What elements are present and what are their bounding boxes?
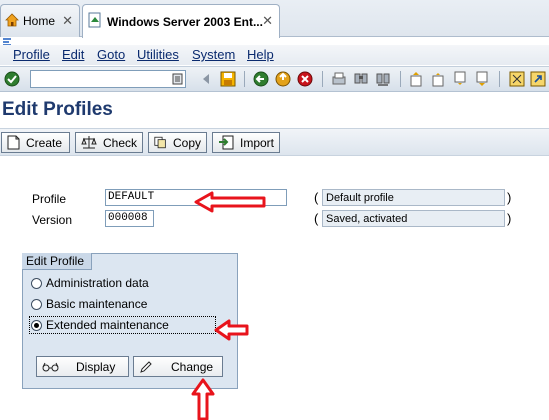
display-button-label: Display xyxy=(76,359,116,374)
shortcut-icon[interactable] xyxy=(529,70,547,88)
toolbar-separator xyxy=(499,71,500,87)
radio-button-selected-icon[interactable] xyxy=(31,319,42,331)
radio-label: Basic maintenance xyxy=(46,297,148,311)
import-button-label: Import xyxy=(239,135,274,150)
create-button[interactable]: Create xyxy=(1,132,70,153)
check-button[interactable]: Check xyxy=(75,132,143,153)
application-toolbar: Create Check Copy Import xyxy=(0,128,549,156)
menu-edit[interactable]: Edit xyxy=(62,47,84,62)
copy-button[interactable]: Copy xyxy=(148,132,207,153)
cancel-icon[interactable] xyxy=(296,70,314,88)
browser-tab-bar: Home ✕ Windows Server 2003 Ent... ✕ xyxy=(0,0,549,38)
copy-button-label: Copy xyxy=(172,135,201,150)
change-button-label: Change xyxy=(171,359,214,374)
glasses-icon xyxy=(42,362,59,371)
menu-bar: Profile Edit Goto Utilities System Help xyxy=(0,45,549,65)
tab-home[interactable]: Home ✕ xyxy=(0,4,80,37)
tab-windows-server[interactable]: Windows Server 2003 Ent... ✕ xyxy=(82,4,280,38)
version-description: Saved, activated xyxy=(322,210,505,227)
menu-profile[interactable]: Profile xyxy=(13,47,50,62)
document-icon xyxy=(7,135,20,150)
annotation-arrow-change xyxy=(191,378,215,420)
save-icon[interactable] xyxy=(219,70,237,88)
menu-help[interactable]: Help xyxy=(247,47,274,62)
change-button[interactable]: Change xyxy=(133,356,223,377)
profile-label: Profile xyxy=(32,192,67,206)
find-next-icon[interactable] xyxy=(374,70,392,88)
tab-windows-server-label: Windows Server 2003 Ent... xyxy=(107,14,263,29)
edit-profile-group-title: Edit Profile xyxy=(22,253,92,270)
version-input[interactable]: 000008 xyxy=(105,210,154,227)
pencil-icon xyxy=(140,360,152,373)
exit-icon[interactable] xyxy=(274,70,292,88)
paren-open: ( xyxy=(314,211,319,226)
menu-system[interactable]: System xyxy=(192,47,235,62)
next-page-icon[interactable] xyxy=(451,70,469,88)
import-icon xyxy=(218,135,234,150)
enter-icon[interactable] xyxy=(3,70,21,88)
system-toolbar xyxy=(0,66,549,92)
command-history-icon[interactable] xyxy=(172,71,184,87)
radio-label: Extended maintenance xyxy=(46,318,169,332)
annotation-arrow-extended xyxy=(214,319,249,341)
radio-extended-maintenance[interactable]: Extended maintenance xyxy=(31,318,169,332)
first-page-icon[interactable] xyxy=(407,70,425,88)
previous-page-icon[interactable] xyxy=(429,70,447,88)
radio-administration-data[interactable]: Administration data xyxy=(31,276,149,290)
radio-label: Administration data xyxy=(46,276,149,290)
find-icon[interactable] xyxy=(352,70,370,88)
copy-icon xyxy=(154,136,166,149)
display-button[interactable]: Display xyxy=(36,356,129,377)
page-title: Edit Profiles xyxy=(2,99,113,120)
paren-close: ) xyxy=(507,211,512,226)
back-icon[interactable] xyxy=(252,70,270,88)
annotation-arrow-profile xyxy=(194,191,266,213)
toolbar-separator xyxy=(244,71,245,87)
print-icon[interactable] xyxy=(330,70,348,88)
radio-basic-maintenance[interactable]: Basic maintenance xyxy=(31,297,147,311)
radio-button-icon[interactable] xyxy=(31,298,42,310)
tab-home-label: Home xyxy=(23,14,56,28)
home-icon xyxy=(5,12,19,30)
close-icon[interactable]: ✕ xyxy=(262,13,273,29)
history-left-icon[interactable] xyxy=(198,70,216,88)
import-button[interactable]: Import xyxy=(212,132,280,153)
menu-utilities[interactable]: Utilities xyxy=(137,47,179,62)
toolbar-separator xyxy=(400,71,401,87)
version-label: Version xyxy=(32,213,73,227)
paren-close: ) xyxy=(507,190,512,205)
check-scales-icon xyxy=(81,136,97,149)
command-field[interactable] xyxy=(30,70,186,88)
create-button-label: Create xyxy=(26,135,63,150)
profile-description: Default profile xyxy=(322,189,505,206)
sap-page-icon xyxy=(87,12,103,31)
create-session-icon[interactable] xyxy=(508,70,526,88)
menu-goto[interactable]: Goto xyxy=(97,47,125,62)
check-button-label: Check xyxy=(102,135,137,150)
last-page-icon[interactable] xyxy=(473,70,491,88)
toolbar-separator xyxy=(322,71,323,87)
paren-open: ( xyxy=(314,190,319,205)
radio-button-icon[interactable] xyxy=(31,277,42,289)
close-icon[interactable]: ✕ xyxy=(62,13,73,29)
